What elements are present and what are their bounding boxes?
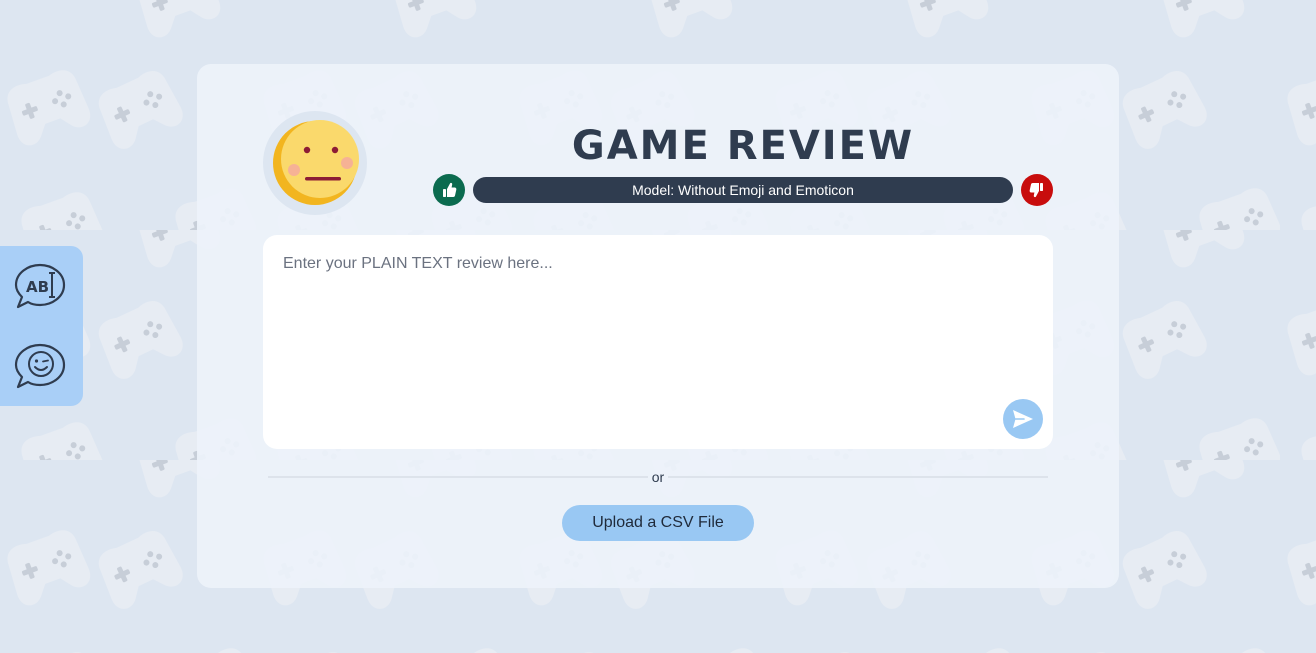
thumbs-up-icon	[443, 182, 457, 197]
send-button[interactable]	[1003, 399, 1043, 439]
speech-bubble-text-icon: AB	[14, 263, 66, 309]
plain-text-mode-button[interactable]: AB	[14, 262, 70, 312]
divider-line-left	[268, 476, 648, 478]
review-card: Game Review Model: Without Emoji and Emo…	[197, 64, 1119, 588]
emoji-mode-button[interactable]	[14, 342, 70, 392]
thumbs-up-button[interactable]	[433, 174, 465, 206]
thumbs-down-icon	[1029, 183, 1043, 198]
divider-line-right	[668, 476, 1048, 478]
mode-selector-panel: AB	[0, 246, 83, 406]
speech-bubble-smiley-icon	[14, 343, 66, 389]
neutral-face-emoji-icon	[263, 111, 367, 215]
review-textarea[interactable]	[263, 235, 1053, 449]
model-indicator: Model: Without Emoji and Emoticon	[473, 177, 1013, 203]
page-title: Game Review	[571, 123, 915, 169]
review-input-box	[263, 235, 1053, 449]
upload-csv-button[interactable]: Upload a CSV File	[562, 505, 754, 541]
thumbs-down-button[interactable]	[1021, 174, 1053, 206]
send-icon	[1013, 410, 1033, 428]
mode-glyph-label: AB	[26, 278, 49, 296]
